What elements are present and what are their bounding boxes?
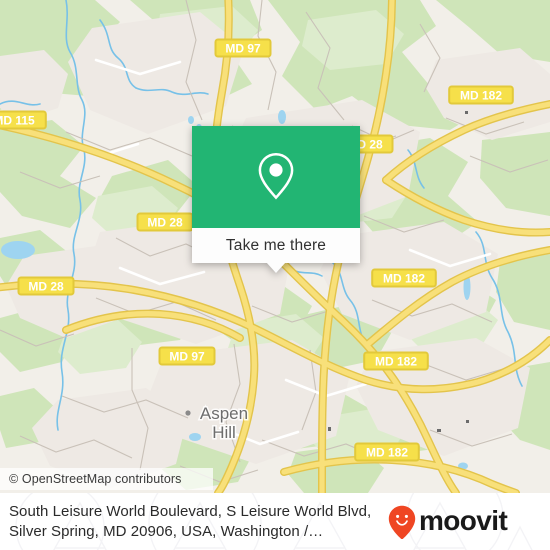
road-shield-label: MD 182 [366,446,408,460]
road-shield: MD 182 [371,268,437,288]
moovit-logo[interactable]: moovit [388,505,540,539]
road-shield: MD 182 [354,442,420,462]
moovit-wordmark: moovit [419,507,508,536]
road-shield-label: MD 28 [28,280,64,294]
moovit-wordmark-text: moovit [419,507,507,536]
road-shield: MD 182 [363,351,429,371]
address-line-1: South Leisure World Boulevard, S Leisure… [9,502,372,520]
take-me-there-button[interactable]: Take me there [192,228,360,263]
road-shield-label: MD 28 [147,216,183,230]
road-shield-label: MD 182 [383,272,425,286]
road-shield-label: MD 115 [0,114,35,128]
road-shield-label: MD 97 [225,42,261,56]
map-view[interactable]: MD 97MD 182MD 115MD 28MD 28MD 28MD 182MD… [0,0,550,493]
road-shield: MD 28 [136,212,194,232]
road-shield-label: MD 97 [169,350,205,364]
osm-attribution-text: © OpenStreetMap contributors [9,472,182,486]
callout-pointer [266,262,286,273]
road-shield: MD 97 [158,346,216,366]
moovit-pin-icon [388,505,416,539]
callout-icon-panel [192,126,360,228]
road-shield: MD 97 [214,38,272,58]
address-line-2: Silver Spring, MD 20906, USA, Washington… [9,522,324,540]
road-shield-label: MD 182 [375,355,417,369]
road-shield: MD 182 [448,85,514,105]
map-pin-icon [258,152,294,199]
location-callout-card[interactable]: Take me there [192,126,360,273]
moovit-map-screenshot: MD 97MD 182MD 115MD 28MD 28MD 28MD 182MD… [0,0,550,550]
address-text: South Leisure World Boulevard, S Leisure… [9,502,371,542]
road-shield-label: MD 182 [460,89,502,103]
road-shield: MD 28 [17,276,75,296]
address-footer: South Leisure World Boulevard, S Leisure… [0,493,550,550]
osm-attribution[interactable]: © OpenStreetMap contributors [0,468,213,490]
take-me-there-label: Take me there [225,236,327,254]
road-shield: MD 115 [0,110,47,130]
